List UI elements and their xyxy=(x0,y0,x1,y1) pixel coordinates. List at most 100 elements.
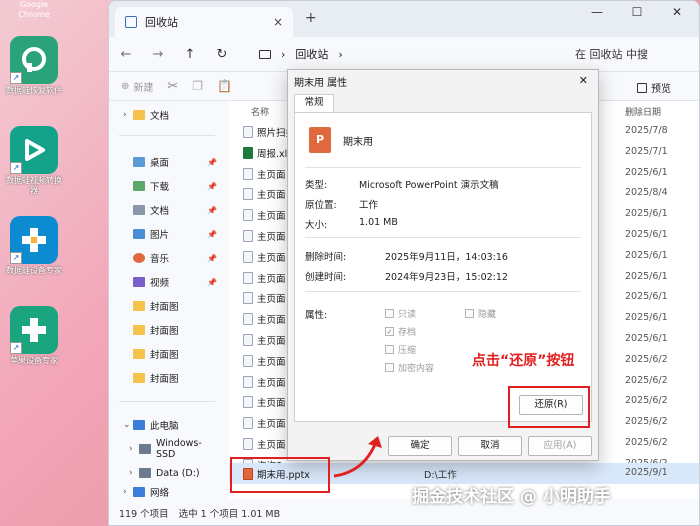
refresh-button[interactable]: ↻ xyxy=(215,47,229,62)
dialog-close-button[interactable]: ✕ xyxy=(579,74,588,87)
expand-chevron-icon[interactable]: ⌄ xyxy=(123,420,133,430)
desktop-icon-apple-expert[interactable]: ↗ 苹果设备专家 xyxy=(6,306,62,366)
hidden-checkbox[interactable]: 隐藏 xyxy=(465,307,496,320)
column-header-name[interactable]: 名称 xyxy=(251,105,269,118)
path-separator: › xyxy=(338,47,343,61)
sidebar-item-pictures[interactable]: 图片 📌 xyxy=(109,224,221,244)
status-selection: 选中 1 个项目 1.01 MB xyxy=(178,509,281,520)
title-bar: 回收站 × + — ☐ ✕ xyxy=(109,1,699,37)
sidebar-item-videos[interactable]: 视频 📌 xyxy=(109,272,221,292)
back-button[interactable]: ← xyxy=(119,47,133,62)
checkbox-label: 压缩 xyxy=(398,346,417,356)
desktop-icon-recovery[interactable]: ↗ 数据蛙恢复软件 xyxy=(6,36,62,96)
file-icon xyxy=(243,438,253,450)
sidebar-item-music[interactable]: 音乐 📌 xyxy=(109,248,221,268)
excel-file-icon xyxy=(243,146,253,159)
sidebar-item-label: 音乐 xyxy=(150,254,170,265)
address-bar[interactable]: › 回收站 › xyxy=(259,42,559,66)
folder-icon xyxy=(133,349,145,359)
type-value: Microsoft PowerPoint 演示文稿 xyxy=(359,180,499,191)
sidebar-item-downloads[interactable]: 下载 📌 xyxy=(109,176,221,196)
forward-button[interactable]: → xyxy=(151,47,165,62)
file-icon xyxy=(243,292,253,305)
sidebar-item-cover-folder[interactable]: 封面图 xyxy=(109,368,221,388)
sidebar-item-label: 封面图 xyxy=(150,374,179,385)
sidebar-item-documents-folder[interactable]: › 文档 xyxy=(109,105,221,125)
navigation-bar: ← → ↑ ↻ › 回收站 › 在 回收站 中搜 xyxy=(109,37,699,71)
deleted-time-value: 2025年9月11日，14:03:16 xyxy=(385,252,508,263)
file-delete-date: 2025/6/1 xyxy=(625,270,668,282)
sidebar-item-cover-folder[interactable]: 封面图 xyxy=(109,320,221,340)
dialog-tabs: 常规 xyxy=(288,92,598,112)
sidebar-item-cover-folder[interactable]: 封面图 xyxy=(109,344,221,364)
cut-icon[interactable]: ✂ xyxy=(167,79,178,94)
preview-button[interactable]: 预览 xyxy=(637,80,671,95)
file-icon xyxy=(243,188,253,201)
sidebar-item-cover-folder[interactable]: 封面图 xyxy=(109,296,221,316)
file-delete-date: 2025/6/1 xyxy=(625,229,668,240)
file-delete-date: 2025/6/1 xyxy=(625,312,668,324)
up-button[interactable]: ↑ xyxy=(183,47,197,62)
archive-checkbox[interactable]: ✓ 存档 xyxy=(385,325,416,338)
sidebar-item-label: Windows-SSD xyxy=(155,438,202,460)
search-input[interactable]: 在 回收站 中搜 xyxy=(567,42,697,66)
checkbox-label: 存档 xyxy=(398,328,417,338)
new-tab-button[interactable]: + xyxy=(305,10,317,26)
plus-circle-icon: ⊕ xyxy=(121,80,130,92)
file-name: 主页面 xyxy=(257,398,286,410)
checkbox-box xyxy=(385,345,394,354)
desktop-icon-caption: 数据蛙视频转换器 xyxy=(6,176,62,195)
readonly-checkbox[interactable]: 只读 xyxy=(385,307,416,320)
sidebar-item-data-drive[interactable]: › Data (D:) xyxy=(109,463,221,483)
divider xyxy=(305,237,581,238)
file-icon xyxy=(243,313,253,326)
tab-recycle-bin[interactable]: 回收站 × xyxy=(115,7,293,37)
minimize-button[interactable]: — xyxy=(577,5,617,19)
sidebar-item-windows-ssd[interactable]: › Windows-SSD xyxy=(109,438,221,460)
file-icon xyxy=(243,250,253,263)
file-icon xyxy=(243,167,253,180)
size-label: 大小: xyxy=(305,220,328,231)
tab-general[interactable]: 常规 xyxy=(294,94,334,112)
file-delete-date: 2025/6/2 xyxy=(625,416,668,428)
desktop-icon-device-expert[interactable]: ↗ 数据蛙设备专家 xyxy=(6,216,62,276)
device-expert-app-icon: ↗ xyxy=(10,216,58,264)
close-window-button[interactable]: ✕ xyxy=(657,5,697,19)
sidebar-item-label: 文档 xyxy=(150,111,170,122)
recovery-app-icon: ↗ xyxy=(10,36,58,84)
shortcut-arrow-icon: ↗ xyxy=(10,72,22,84)
sidebar-item-label: 下载 xyxy=(150,182,170,193)
sidebar-item-desktop[interactable]: 桌面 📌 xyxy=(109,152,221,172)
maximize-button[interactable]: ☐ xyxy=(617,5,657,19)
sidebar-item-network[interactable]: › 网络 xyxy=(109,485,221,499)
compress-checkbox[interactable]: 压缩 xyxy=(385,343,416,356)
pin-icon: 📌 xyxy=(207,157,217,167)
ok-button[interactable]: 确定 xyxy=(388,436,452,456)
sidebar-divider xyxy=(119,401,215,402)
encrypt-checkbox[interactable]: 加密内容 xyxy=(385,361,434,374)
cancel-button[interactable]: 取消 xyxy=(458,436,522,456)
desktop-icon-video-converter[interactable]: ↗ 数据蛙视频转换器 xyxy=(6,126,62,196)
sidebar-item-documents[interactable]: 文档 📌 xyxy=(109,200,221,220)
file-delete-date: 2025/8/4 xyxy=(625,187,668,199)
file-name: 主页面 xyxy=(257,273,286,285)
expand-chevron-icon[interactable]: › xyxy=(129,444,139,454)
new-button[interactable]: ⊕ 新建 xyxy=(121,79,153,94)
expand-chevron-icon[interactable]: › xyxy=(123,487,133,497)
file-delete-date: 2025/6/2 xyxy=(625,395,668,407)
copy-icon[interactable]: ❐ xyxy=(192,79,203,93)
address-path: 回收站 xyxy=(295,48,329,61)
expand-chevron-icon[interactable]: › xyxy=(123,110,133,120)
navigation-pane: › 文档 桌面 📌 下载 📌 文档 📌 图片 📌 音乐 📌 视频 📌 封面图 封… xyxy=(109,101,221,499)
expand-chevron-icon[interactable]: › xyxy=(129,468,139,478)
file-name: 主页面 xyxy=(257,190,286,202)
tab-close-icon[interactable]: × xyxy=(273,15,283,29)
column-header-date[interactable]: 删除日期 xyxy=(625,105,661,118)
created-time-value: 2024年9月23日，15:02:12 xyxy=(385,272,508,283)
paste-icon[interactable]: 📋 xyxy=(217,79,232,93)
instruction-annotation: 点击“还原”按钮 xyxy=(472,353,575,369)
sidebar-item-this-pc[interactable]: ⌄ 此电脑 xyxy=(109,415,221,435)
status-bar: 119 个项目 选中 1 个项目 1.01 MB xyxy=(109,499,699,525)
videos-icon xyxy=(133,277,145,287)
recycle-bin-icon xyxy=(125,16,137,28)
